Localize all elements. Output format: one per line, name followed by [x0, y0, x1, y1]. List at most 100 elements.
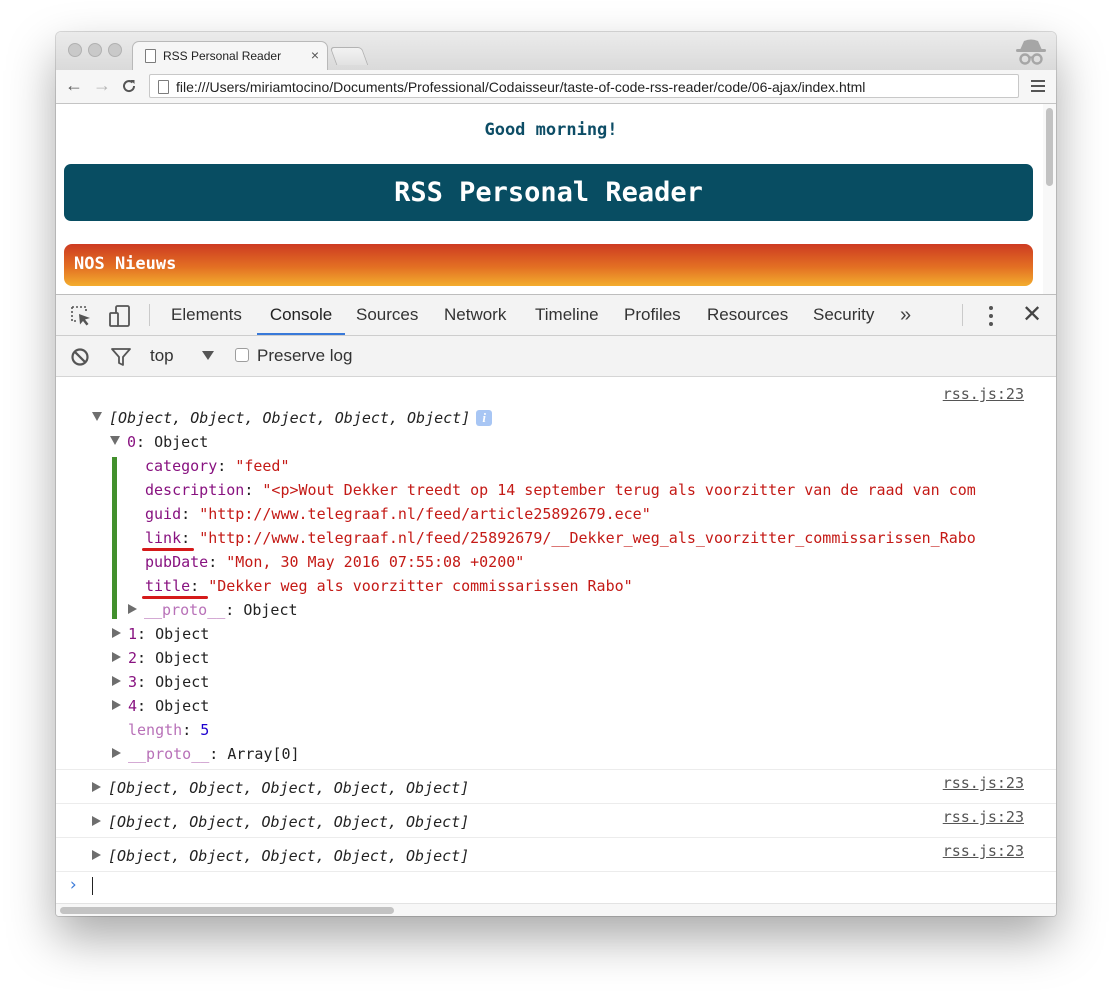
property-link: link: "http://www.telegraaf.nl/feed/2589…: [145, 529, 976, 547]
collapsed-arrow-icon[interactable]: [112, 748, 121, 758]
object-index: 4: [128, 697, 138, 715]
property-value: "http://www.telegraaf.nl/feed/article258…: [199, 505, 651, 523]
object-entry-3[interactable]: 3: Object: [112, 670, 209, 694]
object-index: 3: [128, 673, 138, 691]
feed-header[interactable]: NOS Nieuws: [64, 244, 1033, 286]
object-entry-2[interactable]: 2: Object: [112, 646, 209, 670]
browser-tab[interactable]: RSS Personal Reader ×: [132, 41, 328, 70]
property-key: link: [145, 529, 182, 547]
property-description: description: "<p>Wout Dekker treedt op 1…: [145, 481, 976, 499]
console-output: rss.js:23 [Object, Object, Object, Objec…: [56, 377, 1056, 916]
array-proto[interactable]: __proto__: Array[0]: [112, 742, 300, 766]
length-key: length: [128, 721, 183, 739]
collapsed-arrow-icon[interactable]: [92, 782, 101, 792]
source-link[interactable]: rss.js:23: [943, 771, 1024, 795]
array-summary: [Object, Object, Object, Object, Object]: [109, 409, 471, 427]
page-scrollbar[interactable]: [1043, 104, 1056, 294]
property-value: "<p>Wout Dekker treedt op 14 september t…: [262, 481, 976, 499]
back-button[interactable]: ←: [65, 74, 83, 96]
devtools-menu-icon[interactable]: [989, 306, 993, 330]
inspect-element-icon[interactable]: [70, 305, 92, 327]
greeting-text: Good morning!: [484, 120, 618, 140]
object-proto[interactable]: __proto__: Object: [128, 598, 298, 622]
minimize-window-button[interactable]: [88, 43, 102, 57]
expanded-object-indicator: [112, 457, 117, 619]
expand-arrow-icon[interactable]: [110, 436, 120, 445]
collapsed-arrow-icon[interactable]: [112, 700, 121, 710]
tab-resources[interactable]: Resources: [707, 295, 788, 335]
page-viewport: Good morning! RSS Personal Reader NOS Ni…: [56, 104, 1056, 294]
source-link[interactable]: rss.js:23: [943, 805, 1024, 829]
object-entry-1[interactable]: 1: Object: [112, 622, 209, 646]
source-link[interactable]: rss.js:23: [943, 839, 1024, 863]
info-icon[interactable]: i: [476, 410, 493, 426]
scrollbar-thumb[interactable]: [60, 907, 394, 914]
object-type: Object: [155, 673, 210, 691]
object-entry-4[interactable]: 4: Object: [112, 694, 209, 718]
collapsed-arrow-icon[interactable]: [112, 628, 121, 638]
console-prompt-icon: ›: [68, 875, 79, 895]
console-log-entry[interactable]: [Object, Object, Object, Object, Object]: [92, 776, 469, 800]
collapsed-arrow-icon[interactable]: [128, 604, 137, 614]
feed-title: NOS Nieuws: [74, 254, 177, 274]
device-toolbar-icon[interactable]: [108, 304, 132, 328]
source-link[interactable]: rss.js:23: [943, 382, 1024, 406]
browser-toolbar: ← → file:///Users/miriamtocino/Documents…: [56, 70, 1056, 104]
context-dropdown-icon[interactable]: [202, 351, 214, 360]
tab-sources[interactable]: Sources: [356, 295, 418, 335]
collapsed-arrow-icon[interactable]: [92, 816, 101, 826]
tab-console[interactable]: Console: [257, 295, 345, 335]
collapsed-arrow-icon[interactable]: [112, 676, 121, 686]
page-icon: [145, 49, 156, 63]
console-log-entry[interactable]: [Object, Object, Object, Object, Object]…: [92, 406, 493, 430]
tab-profiles[interactable]: Profiles: [624, 295, 681, 335]
property-key: category: [145, 457, 218, 475]
console-input[interactable]: [92, 877, 93, 895]
address-bar[interactable]: file:///Users/miriamtocino/Documents/Pro…: [149, 74, 1019, 98]
object-index: 2: [128, 649, 138, 667]
address-url: file:///Users/miriamtocino/Documents/Pro…: [176, 79, 866, 95]
forward-button[interactable]: →: [93, 74, 111, 96]
console-log-entry[interactable]: [Object, Object, Object, Object, Object]: [92, 844, 469, 868]
length-value: 5: [200, 721, 210, 739]
proto-value: Array[0]: [227, 745, 300, 763]
reload-icon[interactable]: [121, 78, 137, 94]
object-type: Object: [154, 433, 209, 451]
collapsed-arrow-icon[interactable]: [92, 850, 101, 860]
array-summary: [Object, Object, Object, Object, Object]: [108, 813, 470, 831]
tab-security[interactable]: Security: [813, 295, 874, 335]
collapsed-arrow-icon[interactable]: [112, 652, 121, 662]
preserve-log-checkbox[interactable]: [235, 348, 249, 362]
property-value: "Dekker weg als voorzitter commissarisse…: [208, 577, 633, 595]
tab-network[interactable]: Network: [444, 295, 506, 335]
page-scrollbar-thumb[interactable]: [1046, 108, 1053, 186]
object-index: 1: [128, 625, 138, 643]
object-entry-0[interactable]: 0: Object: [110, 430, 208, 454]
property-value: "http://www.telegraaf.nl/feed/25892679/_…: [199, 529, 976, 547]
tab-timeline[interactable]: Timeline: [535, 295, 599, 335]
console-filter-bar: top Preserve log: [56, 336, 1056, 377]
property-pubdate: pubDate: "Mon, 30 May 2016 07:55:08 +020…: [145, 553, 525, 571]
zoom-window-button[interactable]: [108, 43, 122, 57]
property-value: "Mon, 30 May 2016 07:55:08 +0200": [226, 553, 525, 571]
tab-close-icon[interactable]: ×: [311, 47, 319, 63]
more-tabs-icon[interactable]: »: [900, 295, 911, 335]
new-tab-button[interactable]: [329, 47, 369, 65]
console-horizontal-scrollbar[interactable]: [56, 903, 1056, 916]
browser-menu-icon[interactable]: [1031, 80, 1045, 92]
incognito-icon[interactable]: [1014, 37, 1048, 67]
close-devtools-icon[interactable]: ✕: [1022, 301, 1042, 329]
console-log-entry[interactable]: [Object, Object, Object, Object, Object]: [92, 810, 469, 834]
object-type: Object: [155, 697, 210, 715]
property-key: pubDate: [145, 553, 209, 571]
close-window-button[interactable]: [68, 43, 82, 57]
tab-elements[interactable]: Elements: [171, 295, 242, 335]
context-selector[interactable]: top: [150, 336, 174, 376]
clear-console-icon[interactable]: [70, 347, 90, 367]
property-key: guid: [145, 505, 182, 523]
filter-icon[interactable]: [110, 347, 132, 367]
object-index: 0: [127, 433, 137, 451]
expand-arrow-icon[interactable]: [92, 412, 102, 421]
devtools-tab-bar: Elements Console Sources Network Timelin…: [56, 295, 1056, 336]
browser-window: RSS Personal Reader × ← → file:///Users/…: [56, 32, 1056, 916]
